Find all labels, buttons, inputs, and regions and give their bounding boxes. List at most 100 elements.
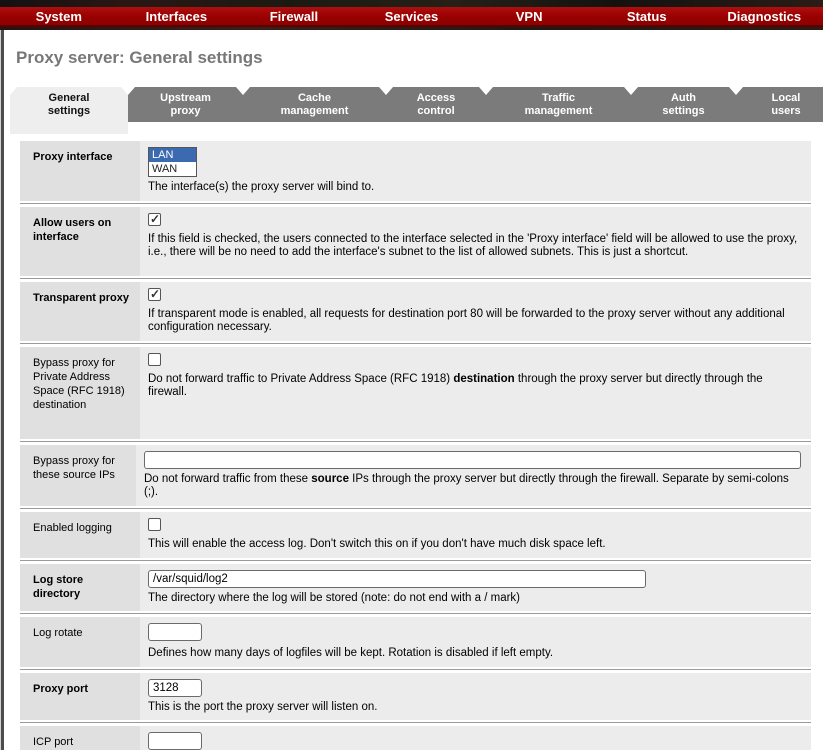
log-rotate-input[interactable]: [148, 623, 202, 641]
field-label: Proxy port: [20, 673, 140, 721]
tab-label-line: Access: [386, 92, 486, 105]
field-label: Log rotate: [20, 617, 140, 667]
form-row-log-rotate: Log rotate Defines how many days of logf…: [20, 617, 811, 667]
description-bold-word: destination: [453, 373, 514, 385]
tab-upstream-proxy[interactable]: Upstream proxy: [128, 87, 243, 122]
row-separator: [20, 439, 811, 445]
field-label: Log store directory: [20, 564, 140, 612]
field-content: This will enable the access log. Don't s…: [140, 512, 811, 558]
menu-item-services[interactable]: Services: [353, 9, 471, 24]
field-label: Transparent proxy: [20, 282, 140, 341]
menu-item-interfaces[interactable]: Interfaces: [118, 9, 236, 24]
tab-label-line: settings: [631, 105, 736, 118]
listbox-option-wan[interactable]: WAN: [149, 162, 196, 176]
general-settings-form: Proxy interface LAN WAN The interface(s)…: [20, 141, 811, 750]
row-separator: [20, 667, 811, 673]
row-separator: [20, 276, 811, 282]
field-description: Do not forward traffic from these source…: [144, 473, 801, 500]
tab-general-settings[interactable]: General settings: [10, 87, 128, 134]
field-description: If transparent mode is enabled, all requ…: [148, 308, 801, 335]
field-label: Proxy interface: [20, 141, 140, 201]
tab-label-line: Traffic: [486, 92, 631, 105]
tab-cache-management[interactable]: Cache management: [243, 87, 386, 122]
form-row-proxy-port: Proxy port This is the port the proxy se…: [20, 673, 811, 721]
row-separator: [20, 341, 811, 347]
menu-item-firewall[interactable]: Firewall: [235, 9, 353, 24]
field-label: Enabled logging: [20, 512, 140, 558]
proxy-interface-listbox[interactable]: LAN WAN: [148, 147, 197, 177]
tab-label-line: management: [243, 105, 386, 118]
description-bold-word: source: [311, 473, 349, 485]
field-content: If this field is checked, the users conn…: [140, 207, 811, 276]
form-row-allow-users: Allow users on interface If this field i…: [20, 207, 811, 276]
row-separator: [20, 201, 811, 207]
tab-traffic-management[interactable]: Traffic management: [486, 87, 631, 122]
field-description: If this field is checked, the users conn…: [148, 233, 801, 260]
icp-port-input[interactable]: [148, 732, 202, 750]
field-content: Do not forward traffic to Private Addres…: [140, 347, 811, 439]
proxy-port-input[interactable]: [148, 679, 202, 697]
field-content: LAN WAN The interface(s) the proxy serve…: [140, 141, 811, 201]
allow-users-checkbox[interactable]: [148, 213, 161, 226]
field-description: Defines how many days of logfiles will b…: [148, 647, 801, 661]
field-label: Bypass proxy for Private Address Space (…: [20, 347, 140, 439]
field-label: Allow users on interface: [20, 207, 140, 276]
form-row-log-store-directory: Log store directory The directory where …: [20, 564, 811, 612]
page-title: Proxy server: General settings: [16, 48, 823, 68]
listbox-option-lan[interactable]: LAN: [149, 148, 196, 162]
tab-label-line: Upstream: [128, 92, 243, 105]
tab-label-line: users: [736, 105, 823, 118]
menu-item-diagnostics[interactable]: Diagnostics: [705, 9, 823, 24]
tab-access-control[interactable]: Access control: [386, 87, 486, 122]
field-description: This is the port the proxy server will l…: [148, 701, 801, 715]
form-row-proxy-interface: Proxy interface LAN WAN The interface(s)…: [20, 141, 811, 201]
enabled-logging-checkbox[interactable]: [148, 518, 161, 531]
page-left-border: [0, 30, 4, 750]
tab-label-line: General: [10, 92, 128, 105]
form-row-bypass-rfc1918: Bypass proxy for Private Address Space (…: [20, 347, 811, 439]
field-description: The interface(s) the proxy server will b…: [148, 181, 801, 195]
header-banner-strip: [0, 27, 823, 30]
field-label: Bypass proxy for these source IPs: [20, 445, 136, 506]
field-label: ICP port: [20, 726, 140, 750]
tab-label-line: control: [386, 105, 486, 118]
tab-bar: General settings Upstream proxy Cache ma…: [10, 87, 823, 134]
field-content: Do not forward traffic from these source…: [136, 445, 811, 506]
row-separator: [20, 720, 811, 726]
row-separator: [20, 611, 811, 617]
form-row-icp-port: ICP port This is the port the Proxy Serv…: [20, 726, 811, 750]
form-row-bypass-source-ips: Bypass proxy for these source IPs Do not…: [20, 445, 811, 506]
form-row-enabled-logging: Enabled logging This will enable the acc…: [20, 512, 811, 558]
proxy-settings-screen: System Interfaces Firewall Services VPN …: [0, 0, 823, 750]
form-row-transparent-proxy: Transparent proxy If transparent mode is…: [20, 282, 811, 341]
tab-label-line: Local: [736, 92, 823, 105]
tab-label-line: management: [486, 105, 631, 118]
description-text: Do not forward traffic to Private Addres…: [148, 373, 453, 385]
main-menu-bar: System Interfaces Firewall Services VPN …: [0, 7, 823, 27]
field-content: Defines how many days of logfiles will b…: [140, 617, 811, 667]
field-description: This will enable the access log. Don't s…: [148, 538, 801, 552]
field-content: If transparent mode is enabled, all requ…: [140, 282, 811, 341]
bypass-source-ips-input[interactable]: [144, 451, 801, 469]
row-separator: [20, 558, 811, 564]
tab-label-line: settings: [10, 105, 128, 118]
field-content: The directory where the log will be stor…: [140, 564, 811, 612]
bypass-rfc1918-checkbox[interactable]: [148, 353, 161, 366]
description-text: Do not forward traffic from these: [144, 473, 311, 485]
field-description: Do not forward traffic to Private Addres…: [148, 373, 801, 400]
field-content: This is the port the Proxy Server will s…: [140, 726, 811, 750]
menu-item-vpn[interactable]: VPN: [470, 9, 588, 24]
row-separator: [20, 506, 811, 512]
field-description: The directory where the log will be stor…: [148, 592, 801, 606]
transparent-proxy-checkbox[interactable]: [148, 288, 161, 301]
log-store-directory-input[interactable]: [148, 570, 646, 588]
menu-item-status[interactable]: Status: [588, 9, 706, 24]
tab-auth-settings[interactable]: Auth settings: [631, 87, 736, 122]
tab-label-line: Auth: [631, 92, 736, 105]
header-banner-image: [0, 0, 823, 7]
tab-label-line: Cache: [243, 92, 386, 105]
menu-item-system[interactable]: System: [0, 9, 118, 24]
tab-local-users[interactable]: Local users: [736, 87, 823, 122]
field-content: This is the port the proxy server will l…: [140, 673, 811, 721]
tab-label-line: proxy: [128, 105, 243, 118]
